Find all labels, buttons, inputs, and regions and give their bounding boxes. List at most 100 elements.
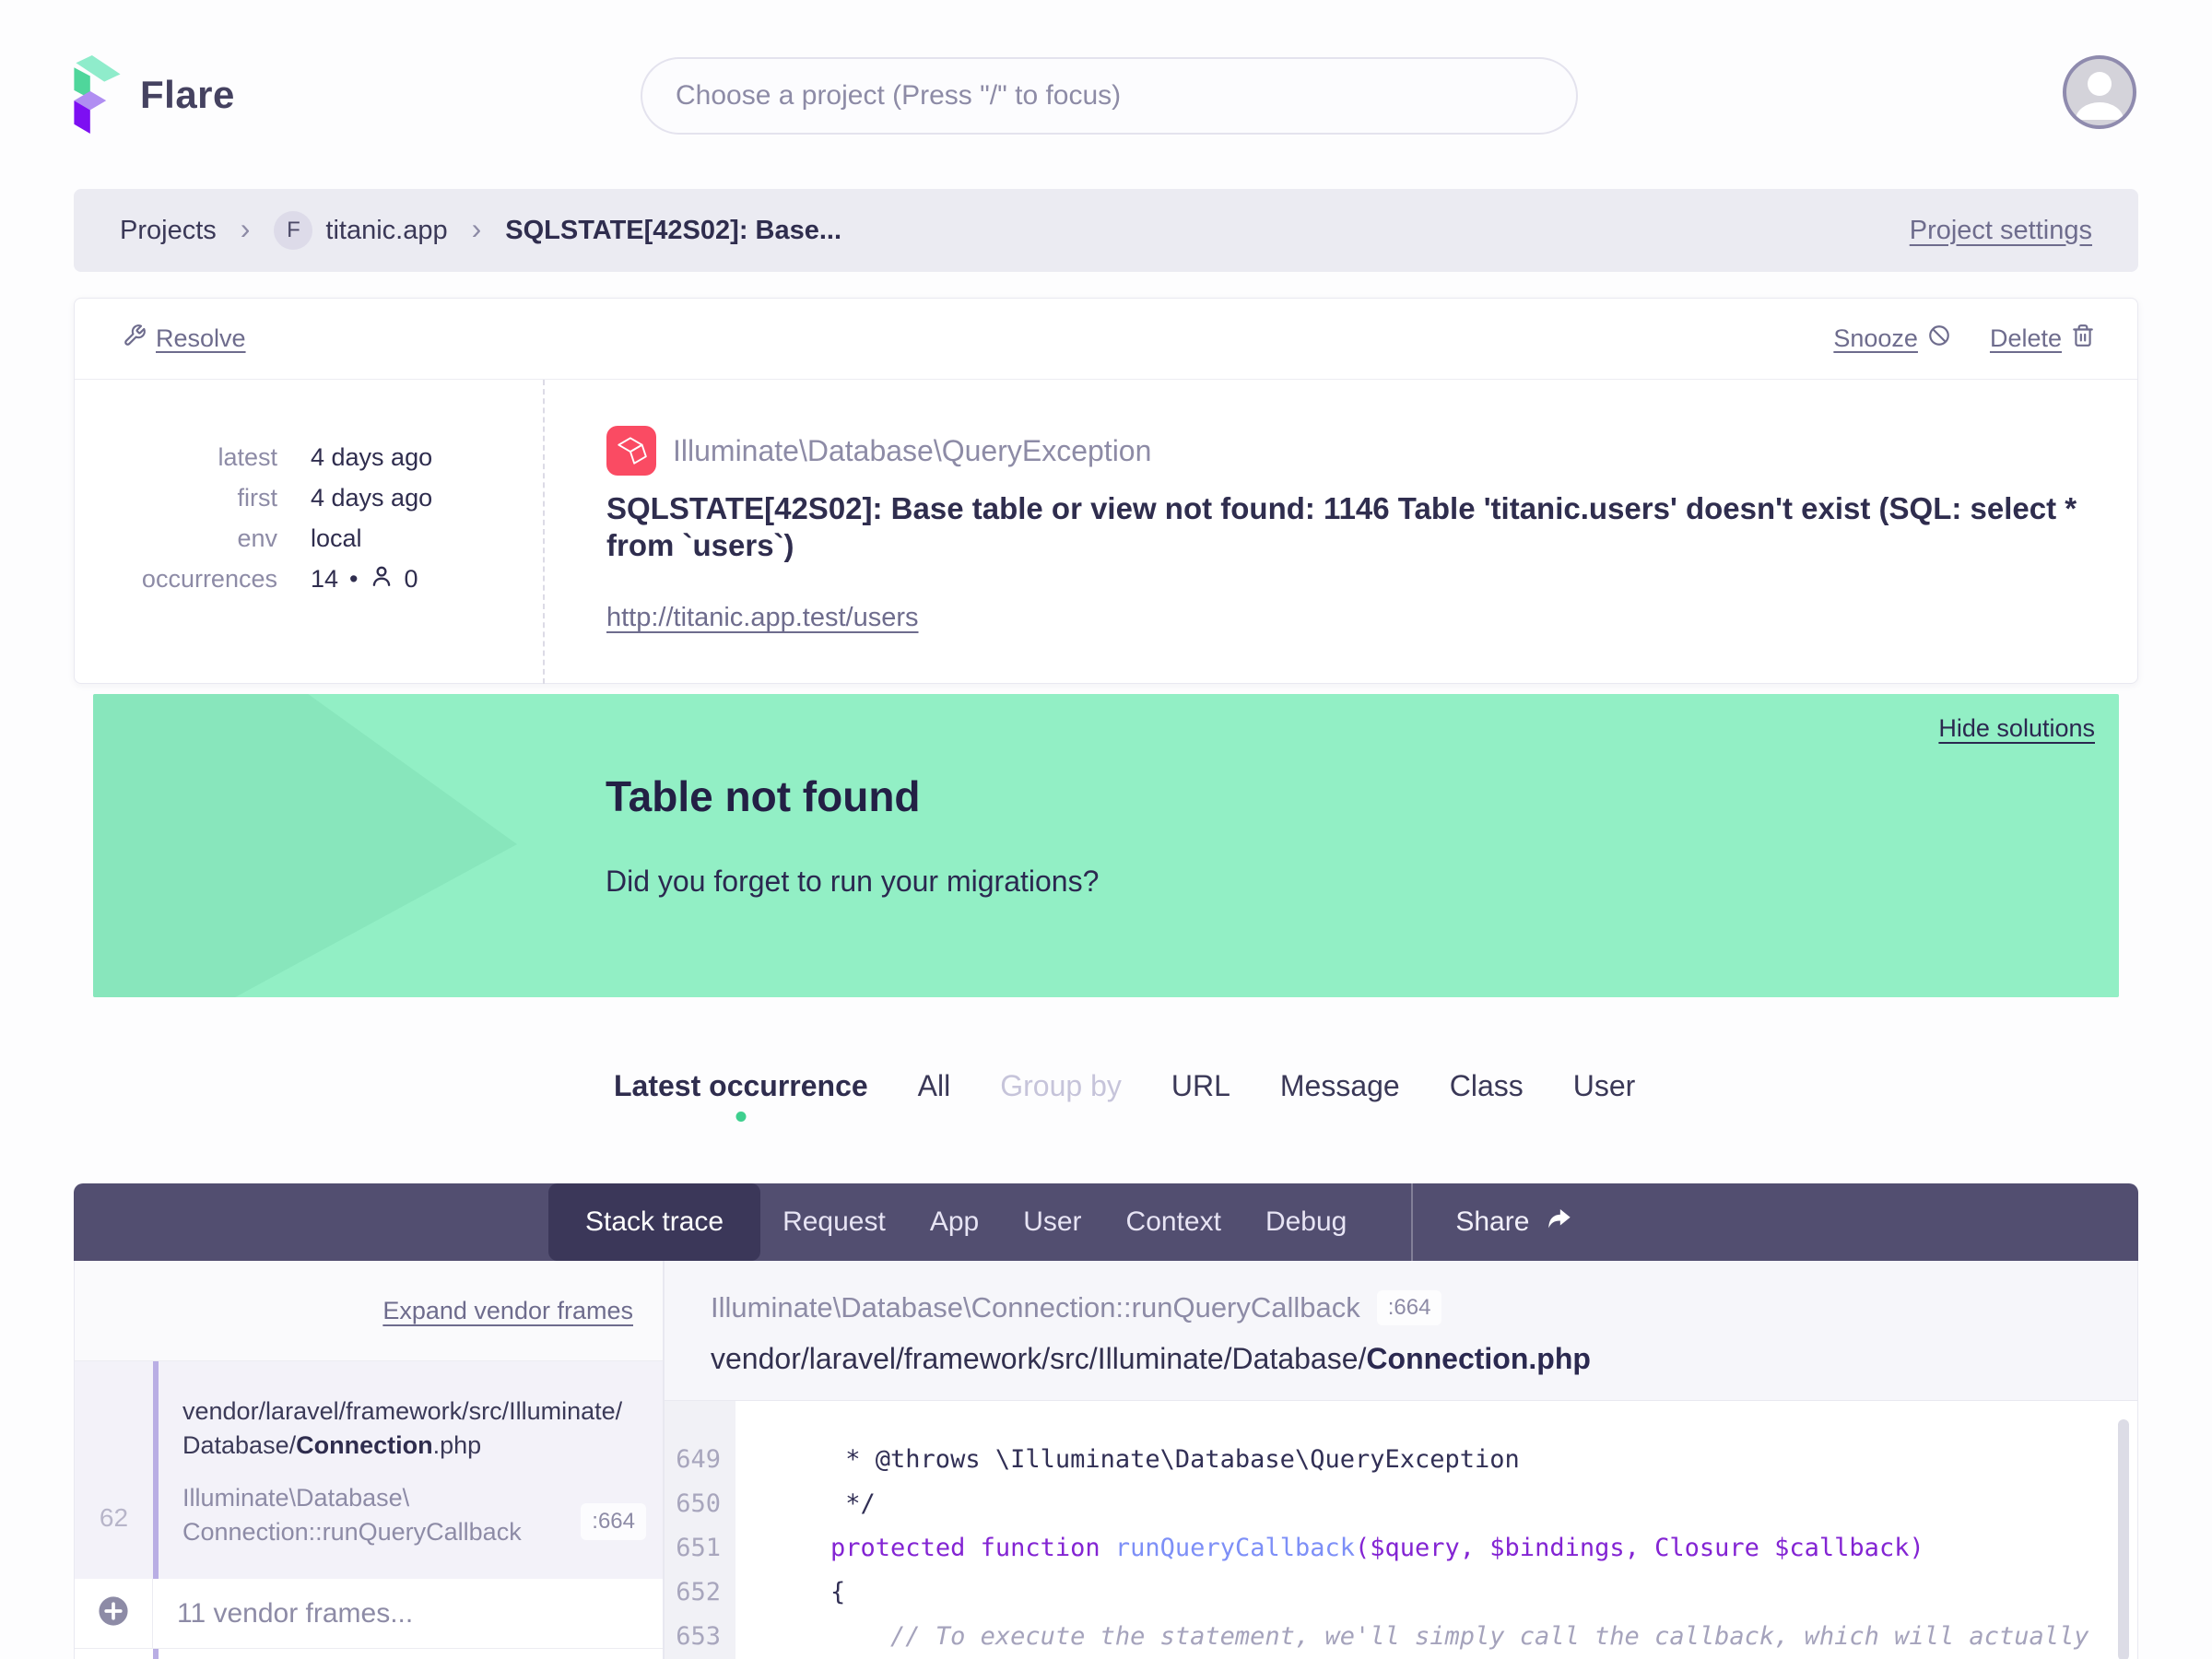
frame-gutter: 62: [75, 1361, 153, 1579]
share-button[interactable]: Share: [1455, 1205, 1575, 1240]
affected-users-count: 0: [404, 564, 418, 593]
stat-row-occurrences: occurrences 14 • 0: [75, 559, 543, 599]
code-header-class: Illuminate\Database\Connection::runQuery…: [711, 1290, 2137, 1325]
plus-circle-icon[interactable]: [98, 1595, 129, 1631]
stat-label: first: [237, 483, 278, 512]
hide-solutions-link[interactable]: Hide solutions: [1938, 714, 2095, 743]
vendor-gutter: [75, 1579, 153, 1648]
tab-latest-occurrence[interactable]: Latest occurrence: [614, 1069, 868, 1103]
stat-value: local: [311, 524, 362, 552]
top-header: Flare: [74, 0, 2138, 184]
solution-body: Did you forget to run your migrations?: [606, 865, 1100, 898]
tab-all[interactable]: All: [918, 1069, 951, 1103]
code-line: {: [771, 1578, 846, 1606]
code-panel: Illuminate\Database\Connection::runQuery…: [665, 1261, 2137, 1659]
occurrence-count: 14: [311, 564, 339, 593]
occurrence-stats: latest 4 days ago first 4 days ago env l…: [75, 380, 545, 684]
stat-value: 4 days ago: [311, 442, 433, 471]
breadcrumb-project-link[interactable]: F titanic.app: [274, 211, 448, 250]
nav-tab-request[interactable]: Request: [760, 1183, 908, 1261]
frame-line-badge: :664: [581, 1503, 646, 1540]
brand[interactable]: Flare: [74, 55, 235, 135]
occurrence-url-link[interactable]: http://titanic.app.test/users: [606, 603, 919, 633]
error-card: Resolve Snooze Delete latest 4 days ago …: [74, 298, 2138, 684]
stat-value: 4 days ago: [311, 483, 433, 512]
nav-tab-app[interactable]: App: [908, 1183, 1001, 1261]
delete-label: Delete: [1989, 324, 2062, 352]
error-message: SQLSTATE[42S02]: Base table or view not …: [606, 491, 2077, 562]
chevron-right-icon: ›: [471, 211, 482, 245]
code-viewer: 649 650 651 652 653 * @throws \Illuminat…: [665, 1401, 2137, 1659]
stat-value: 14 • 0: [311, 564, 418, 594]
project-search-input[interactable]: [641, 57, 1578, 135]
code-line: */: [771, 1489, 876, 1518]
exception-class: Illuminate\Database\QueryException: [673, 433, 1152, 467]
stat-row-latest: latest 4 days ago: [75, 437, 543, 477]
breadcrumb-project-label: titanic.app: [325, 215, 448, 245]
project-badge: F: [274, 211, 313, 250]
code-line: * @throws \Illuminate\Database\QueryExce…: [771, 1445, 1520, 1474]
share-label: Share: [1455, 1206, 1530, 1237]
person-silhouette-icon: [2076, 72, 2124, 120]
frame-content: vendor/laravel/framework/src/Illuminate/…: [159, 1361, 663, 1579]
code-header: Illuminate\Database\Connection::runQuery…: [665, 1261, 2137, 1401]
flare-logo-icon: [74, 55, 122, 135]
stat-row-first: first 4 days ago: [75, 477, 543, 518]
project-settings-link[interactable]: Project settings: [1910, 216, 2092, 246]
solution-title: Table not found: [606, 772, 921, 820]
bullet-separator: •: [349, 564, 359, 593]
resolve-label: Resolve: [156, 324, 246, 352]
code-line: protected function runQueryCallback($que…: [830, 1534, 1924, 1562]
flare-error-page: Flare Projects › F titanic.app › SQLSTAT…: [0, 0, 2212, 1659]
expand-vendor-frames-link[interactable]: Expand vendor frames: [382, 1297, 633, 1325]
tab-url[interactable]: URL: [1171, 1069, 1230, 1103]
code-line-numbers: 649 650 651 652 653: [665, 1401, 735, 1659]
error-card-actions: Resolve Snooze Delete: [75, 299, 2137, 380]
snooze-label: Snooze: [1833, 324, 1918, 352]
laravel-icon: [606, 426, 656, 476]
vendor-frames-label: 11 vendor frames...: [177, 1597, 414, 1629]
nav-tab-user[interactable]: User: [1001, 1183, 1103, 1261]
hexagon-decoration: [93, 694, 517, 844]
user-icon: [370, 564, 394, 594]
breadcrumb: Projects › F titanic.app › SQLSTATE[42S0…: [74, 189, 2138, 272]
next-frame-stub: [75, 1649, 663, 1659]
breadcrumb-current: SQLSTATE[42S02]: Base...: [505, 215, 842, 245]
exception-details: Illuminate\Database\QueryException SQLST…: [545, 380, 2137, 684]
frame-file-path: vendor/laravel/framework/src/Illuminate/…: [182, 1397, 623, 1459]
tab-message[interactable]: Message: [1280, 1069, 1400, 1103]
share-icon: [1544, 1205, 1575, 1240]
code-header-path: vendor/laravel/framework/src/Illuminate/…: [711, 1342, 1591, 1375]
stat-label: occurrences: [141, 564, 277, 593]
frame-index: 62: [99, 1503, 129, 1532]
delete-button[interactable]: Delete: [1990, 324, 2095, 354]
nav-tab-context[interactable]: Context: [1104, 1183, 1243, 1261]
stat-row-env: env local: [75, 518, 543, 559]
nav-tab-debug[interactable]: Debug: [1243, 1183, 1369, 1261]
frames-sidebar: Expand vendor frames 62 vendor/laravel/f…: [75, 1261, 665, 1659]
code-line: // To execute the statement, we'll simpl…: [890, 1622, 2089, 1651]
tab-user[interactable]: User: [1573, 1069, 1636, 1103]
nav-divider: [1411, 1183, 1414, 1261]
trash-icon: [2071, 324, 2095, 354]
snooze-button[interactable]: Snooze: [1833, 324, 1951, 354]
resolve-button[interactable]: Resolve: [123, 324, 246, 354]
expand-vendor-frames-row: Expand vendor frames: [75, 1261, 663, 1361]
nav-tab-stack-trace[interactable]: Stack trace: [548, 1183, 761, 1261]
wrench-icon: [123, 324, 147, 354]
stack-frame-selected[interactable]: 62 vendor/laravel/framework/src/Illumina…: [75, 1361, 663, 1579]
error-card-body: latest 4 days ago first 4 days ago env l…: [75, 380, 2137, 684]
stat-label: env: [237, 524, 277, 552]
detail-nav: Stack trace Request App User Context Deb…: [74, 1183, 2138, 1261]
frame-accent-bar: [153, 1649, 159, 1659]
occurrence-tabs: Latest occurrence All Group by URL Messa…: [614, 1069, 1635, 1103]
user-avatar[interactable]: [2063, 55, 2136, 129]
code-scrollbar[interactable]: [2118, 1419, 2129, 1659]
tab-group-by[interactable]: Group by: [1000, 1069, 1122, 1103]
stack-trace-panel: Expand vendor frames 62 vendor/laravel/f…: [74, 1261, 2138, 1659]
tab-class[interactable]: Class: [1450, 1069, 1524, 1103]
brand-name: Flare: [140, 73, 235, 116]
vendor-frames-row[interactable]: 11 vendor frames...: [75, 1579, 663, 1649]
code-header-line-badge: :664: [1376, 1290, 1442, 1325]
breadcrumb-projects-link[interactable]: Projects: [120, 216, 217, 246]
